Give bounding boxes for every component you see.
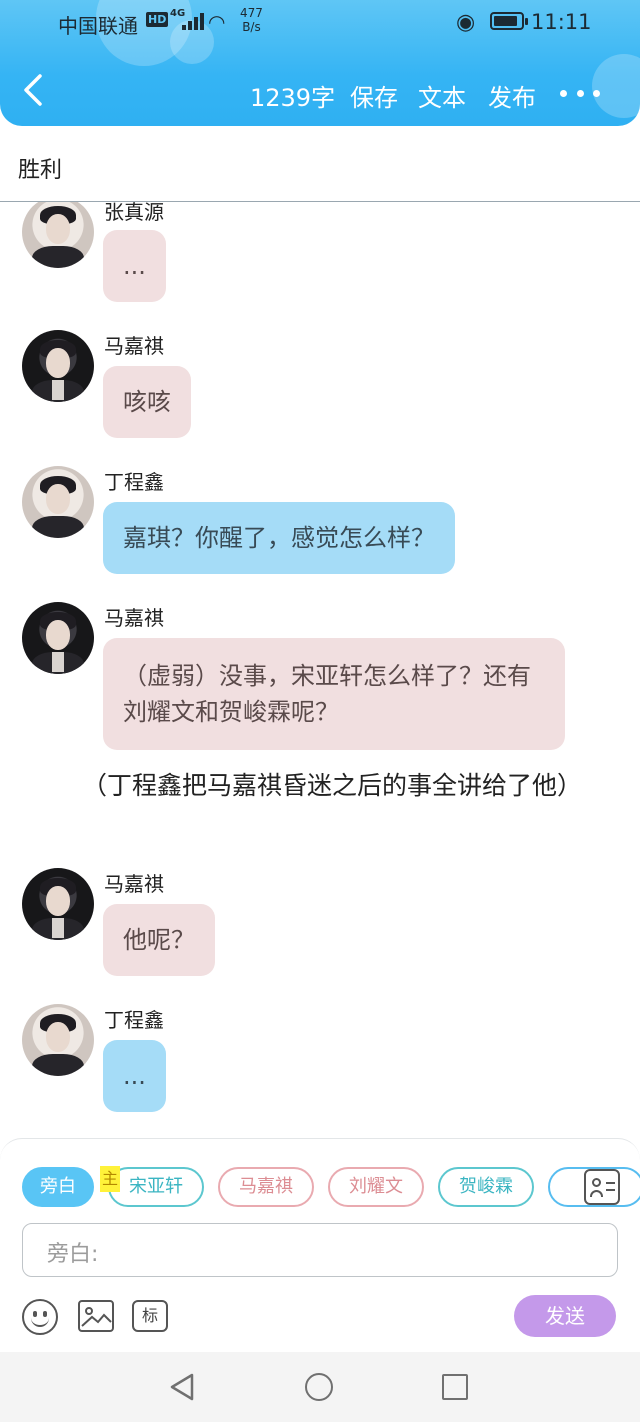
role-chip-he-junlin[interactable]: 贺峻霖: [438, 1167, 534, 1207]
nav-recents-icon[interactable]: [442, 1374, 468, 1400]
signal-icon: [180, 12, 204, 30]
avatar[interactable]: [22, 1004, 94, 1076]
system-nav-bar: [0, 1352, 640, 1422]
message-bubble[interactable]: 咳咳: [103, 366, 191, 438]
app-header: 中国联通 HD 4G ◠ 477 B/s ◉ 11:11 1239字 保存 文本…: [0, 0, 640, 126]
hd-badge: HD: [146, 12, 169, 27]
message-bubble[interactable]: 嘉琪？你醒了，感觉怎么样？: [103, 502, 455, 574]
save-button[interactable]: 保存: [350, 78, 398, 113]
more-options-button[interactable]: [560, 86, 600, 100]
carrier-name: 中国联通: [58, 14, 138, 38]
main-role-badge: 主: [100, 1166, 120, 1192]
speaker-name: 丁程鑫: [104, 470, 164, 494]
contacts-icon[interactable]: [584, 1169, 620, 1205]
avatar[interactable]: [22, 330, 94, 402]
avatar[interactable]: [22, 466, 94, 538]
avatar[interactable]: [22, 202, 94, 268]
avatar[interactable]: [22, 602, 94, 674]
eye-icon: ◉: [456, 10, 476, 35]
speaker-name: 马嘉祺: [104, 872, 164, 896]
message-bubble[interactable]: （虚弱）没事，宋亚轩怎么样了？还有刘耀文和贺峻霖呢？: [103, 638, 565, 750]
narration-text[interactable]: （丁程鑫把马嘉祺昏迷之后的事全讲给了他）: [26, 768, 606, 804]
clock: 11:11: [531, 10, 592, 34]
more-dot-icon: [576, 89, 584, 97]
role-chip-ma-jiaqi[interactable]: 马嘉祺: [218, 1167, 314, 1207]
avatar[interactable]: [22, 868, 94, 940]
status-bar: 中国联通 HD 4G ◠ 477 B/s ◉ 11:11: [0, 0, 640, 46]
message-bubble[interactable]: 他呢？: [103, 904, 215, 976]
message-bubble[interactable]: ...: [103, 230, 166, 302]
battery-icon: [490, 12, 528, 30]
text-button[interactable]: 文本: [418, 78, 466, 113]
speaker-name: 马嘉祺: [104, 334, 164, 358]
chevron-left-icon: [24, 74, 42, 106]
image-icon[interactable]: [78, 1300, 114, 1332]
role-chip-song-yaxuan[interactable]: 宋亚轩: [108, 1167, 204, 1207]
publish-button[interactable]: 发布: [488, 78, 536, 113]
chat-area[interactable]: 张真源 ... 马嘉祺 咳咳 丁程鑫 嘉琪？你醒了，感觉怎么样？ 马嘉祺 （虚弱…: [0, 202, 640, 1138]
speed-value: 477: [240, 6, 263, 20]
speed-unit: B/s: [242, 20, 261, 34]
tag-button[interactable]: 标: [132, 1300, 168, 1332]
role-chip-narrator[interactable]: 旁白: [22, 1167, 94, 1207]
message-input[interactable]: 旁白:: [22, 1223, 618, 1277]
more-dot-icon: [560, 89, 567, 97]
speaker-name: 丁程鑫: [104, 1008, 164, 1032]
more-dot-icon: [593, 89, 600, 97]
story-title-bar[interactable]: 胜利: [0, 126, 640, 202]
speaker-name: 马嘉祺: [104, 606, 164, 630]
emoji-icon[interactable]: [22, 1299, 58, 1335]
word-count: 1239字: [250, 84, 336, 112]
send-button[interactable]: 发送: [514, 1295, 616, 1337]
role-chip-liu-yaowen[interactable]: 刘耀文: [328, 1167, 424, 1207]
message-bubble[interactable]: ...: [103, 1040, 166, 1112]
nav-back-icon[interactable]: [168, 1372, 198, 1402]
speaker-name: 张真源: [104, 202, 164, 224]
story-title[interactable]: 胜利: [18, 152, 62, 184]
network-speed: 477 B/s: [240, 6, 263, 34]
compose-panel: 旁白 宋亚轩 马嘉祺 刘耀文 贺峻霖 旁白: 标 发送: [0, 1138, 640, 1352]
wifi-icon: ◠: [208, 10, 226, 34]
role-selector: 旁白 宋亚轩 马嘉祺 刘耀文 贺峻霖: [0, 1167, 640, 1209]
back-button[interactable]: [20, 72, 54, 112]
nav-home-icon[interactable]: [305, 1373, 333, 1401]
